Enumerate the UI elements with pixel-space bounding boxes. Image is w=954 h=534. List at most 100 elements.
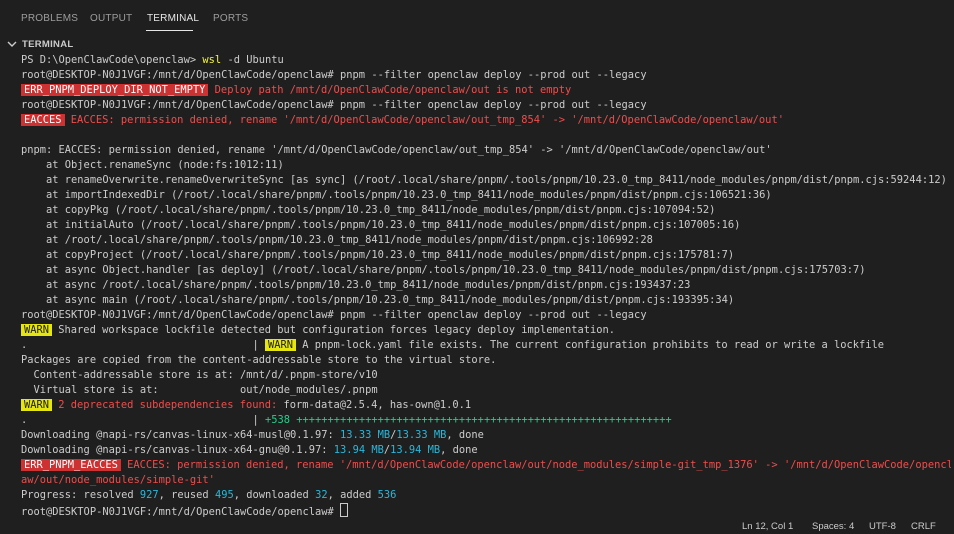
terminal-line: EACCES EACCES: permission denied, rename… (21, 113, 951, 128)
terminal-text: Content-addressable store is at: /mnt/d/… (21, 369, 378, 381)
terminal-text: 495 (214, 489, 234, 501)
terminal-line: at renameOverwrite.renameOverwriteSync [… (21, 173, 951, 188)
terminal-text: at copyProject (/root/.local/share/pnpm/… (21, 249, 735, 261)
terminal-line: at initialAuto (/root/.local/share/pnpm/… (21, 218, 951, 233)
terminal-text: 927 (139, 489, 159, 501)
terminal-text: A pnpm-lock.yaml file exists. The curren… (296, 339, 885, 351)
terminal-text: at importIndexedDir (/root/.local/share/… (21, 189, 772, 201)
terminal-text: wsl (202, 54, 222, 66)
indentation-setting[interactable]: Spaces: 4 (812, 521, 854, 532)
tab-terminal[interactable]: TERMINAL (147, 13, 199, 24)
terminal-text: EACCES: permission denied, rename '/mnt/… (120, 459, 951, 471)
terminal-text: root@DESKTOP-N0J1VGF:/mnt/d/OpenClawCode… (21, 309, 647, 321)
terminal-text: , downloaded (233, 489, 316, 501)
tab-problems[interactable]: PROBLEMS (21, 13, 78, 24)
terminal-text: at /root/.local/share/pnpm/.tools/pnpm/1… (21, 234, 653, 246)
tab-output[interactable]: OUTPUT (90, 13, 132, 24)
tab-ports[interactable]: PORTS (213, 13, 248, 24)
terminal-line: at Object.renameSync (node:fs:1012:11) (21, 158, 951, 173)
encoding-setting[interactable]: UTF-8 (869, 521, 896, 532)
terminal-output[interactable]: PS D:\OpenClawCode\openclaw> wsl -d Ubun… (21, 53, 951, 519)
terminal-line: pnpm: EACCES: permission denied, rename … (21, 143, 951, 158)
terminal-text: ++++++++++++++++++++++++++++++++++++++++… (290, 414, 672, 426)
terminal-text: at renameOverwrite.renameOverwriteSync [… (21, 174, 947, 186)
section-title: TERMINAL (22, 39, 74, 50)
terminal-text: at Object.renameSync (node:fs:1012:11) (21, 159, 284, 171)
terminal-line: WARN Shared workspace lockfile detected … (21, 323, 951, 338)
terminal-line: root@DESKTOP-N0J1VGF:/mnt/d/OpenClawCode… (21, 98, 951, 113)
terminal-text: root@DESKTOP-N0J1VGF:/mnt/d/OpenClawCode… (21, 506, 341, 518)
terminal-text: 13.33 MB (396, 429, 447, 441)
terminal-text: -d Ubuntu (221, 54, 284, 66)
terminal-line: Packages are copied from the content-add… (21, 353, 951, 368)
terminal-text: Virtual store is at: out/node_modules/.p… (21, 384, 378, 396)
terminal-line: at async main (/root/.local/share/pnpm/.… (21, 293, 951, 308)
terminal-text: 32 (315, 489, 328, 501)
terminal-text: Progress: resolved (21, 489, 140, 501)
terminal-line: root@DESKTOP-N0J1VGF:/mnt/d/OpenClawCode… (21, 503, 951, 518)
terminal-text: . | (21, 414, 265, 426)
terminal-text: 13.94 MB (390, 444, 441, 456)
terminal-line: PS D:\OpenClawCode\openclaw> wsl -d Ubun… (21, 53, 951, 68)
cursor-position[interactable]: Ln 12, Col 1 (742, 521, 793, 532)
terminal-text: , done (440, 444, 478, 456)
terminal-line: at importIndexedDir (/root/.local/share/… (21, 188, 951, 203)
terminal-line: ERR_PNPM_EACCES EACCES: permission denie… (21, 458, 951, 473)
terminal-text: 13.94 MB (333, 444, 384, 456)
terminal-text: at async main (/root/.local/share/pnpm/.… (21, 294, 735, 306)
error-badge: ERR_PNPM_DEPLOY_DIR_NOT_EMPTY (21, 84, 209, 96)
terminal-text: at initialAuto (/root/.local/share/pnpm/… (21, 219, 741, 231)
warn-badge: WARN (21, 324, 53, 336)
terminal-line: Downloading @napi-rs/canvas-linux-x64-mu… (21, 428, 951, 443)
terminal-text: 13.33 MB (340, 429, 391, 441)
terminal-text: at async Object.handler [as deploy] (/ro… (21, 264, 866, 276)
chevron-down-icon[interactable] (6, 37, 18, 51)
error-badge: ERR_PNPM_EACCES (21, 459, 121, 471)
terminal-line: Virtual store is at: out/node_modules/.p… (21, 383, 951, 398)
terminal-text: PS D:\OpenClawCode\openclaw> (21, 54, 203, 66)
error-badge: EACCES (21, 114, 65, 126)
terminal-line: Content-addressable store is at: /mnt/d/… (21, 368, 951, 383)
terminal-line: at /root/.local/share/pnpm/.tools/pnpm/1… (21, 233, 951, 248)
terminal-text: Downloading @napi-rs/canvas-linux-x64-mu… (21, 429, 341, 441)
terminal-text: , done (446, 429, 484, 441)
terminal-line: root@DESKTOP-N0J1VGF:/mnt/d/OpenClawCode… (21, 68, 951, 83)
status-bar: Ln 12, Col 1 Spaces: 4 UTF-8 CRLF (0, 519, 954, 534)
terminal-text: 536 (377, 489, 397, 501)
terminal-line: ERR_PNPM_DEPLOY_DIR_NOT_EMPTY Deploy pat… (21, 83, 951, 98)
terminal-text: . | (21, 339, 265, 351)
terminal-text: root@DESKTOP-N0J1VGF:/mnt/d/OpenClawCode… (21, 99, 647, 111)
terminal-text: aw/out/node_modules/simple-git' (21, 474, 215, 486)
warn-badge: WARN (264, 339, 297, 351)
terminal-line: root@DESKTOP-N0J1VGF:/mnt/d/OpenClawCode… (21, 308, 951, 323)
terminal-line: WARN 2 deprecated subdependencies found:… (21, 398, 951, 413)
terminal-text: , added (327, 489, 378, 501)
terminal-text: root@DESKTOP-N0J1VGF:/mnt/d/OpenClawCode… (21, 69, 647, 81)
terminal-text: Downloading @napi-rs/canvas-linux-x64-gn… (21, 444, 334, 456)
terminal-line: . | +538 +++++++++++++++++++++++++++++++… (21, 413, 951, 428)
active-tab-indicator (146, 30, 193, 31)
terminal-text: 2 deprecated subdependencies found: (52, 399, 284, 411)
terminal-text: EACCES: permission denied, rename '/mnt/… (64, 114, 784, 126)
terminal-cursor (340, 503, 349, 517)
terminal-text: , reused (158, 489, 215, 501)
panel-tab-bar: PROBLEMS OUTPUT TERMINAL PORTS (0, 0, 954, 34)
terminal-line: at copyPkg (/root/.local/share/pnpm/.too… (21, 203, 951, 218)
terminal-text: at copyPkg (/root/.local/share/pnpm/.too… (21, 204, 716, 216)
eol-setting[interactable]: CRLF (911, 521, 936, 532)
terminal-text: pnpm: EACCES: permission denied, rename … (21, 144, 772, 156)
terminal-text: +538 (264, 414, 291, 426)
terminal-section-header[interactable]: TERMINAL (0, 36, 954, 52)
terminal-line: . | WARN A pnpm-lock.yaml file exists. T… (21, 338, 951, 353)
terminal-line: Downloading @napi-rs/canvas-linux-x64-gn… (21, 443, 951, 458)
terminal-line: at copyProject (/root/.local/share/pnpm/… (21, 248, 951, 263)
terminal-text: Packages are copied from the content-add… (21, 354, 497, 366)
warn-badge: WARN (21, 399, 53, 411)
terminal-line: Progress: resolved 927, reused 495, down… (21, 488, 951, 503)
terminal-text: Shared workspace lockfile detected but c… (52, 324, 616, 336)
terminal-line: at async /root/.local/share/pnpm/.tools/… (21, 278, 951, 293)
terminal-text: at async /root/.local/share/pnpm/.tools/… (21, 279, 691, 291)
terminal-line: aw/out/node_modules/simple-git' (21, 473, 951, 488)
terminal-text: Deploy path /mnt/d/OpenClawCode/openclaw… (208, 84, 572, 96)
